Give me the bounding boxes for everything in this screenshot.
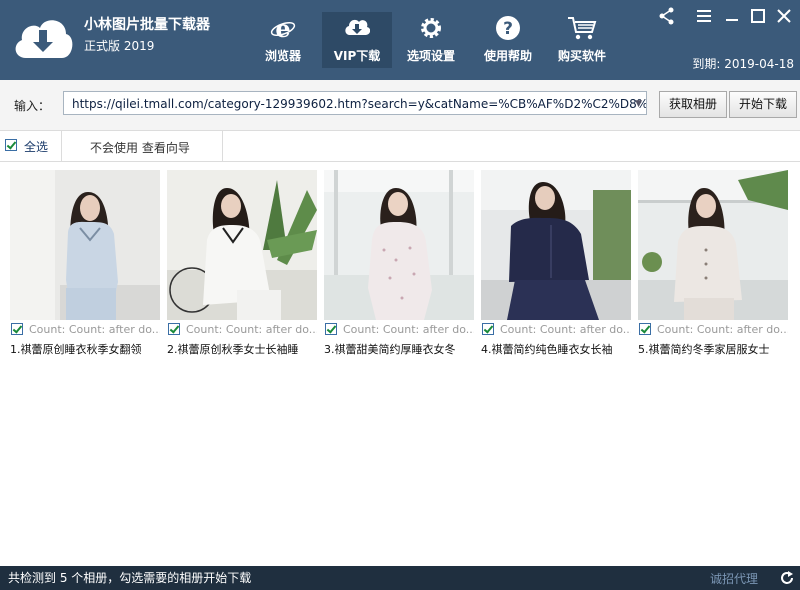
album-checkbox[interactable] [482, 323, 494, 335]
nav-browser[interactable]: e 浏览器 [248, 12, 318, 68]
album-title: 1.祺蕾原创睡衣秋季女翻领 [10, 343, 142, 356]
select-all-checkbox[interactable] [5, 139, 17, 151]
album-checkbox[interactable] [11, 323, 23, 335]
album-thumbnail[interactable] [167, 170, 317, 320]
album-count-text: Count: Count: after do... [657, 323, 788, 336]
cloud-download-logo-icon [15, 20, 73, 58]
svg-text:?: ? [503, 19, 513, 39]
proxy-link[interactable]: 诚招代理 [710, 570, 758, 587]
album-count: Count: Count: after do... [167, 322, 317, 338]
album-count: Count: Count: after do... [481, 322, 631, 338]
album-thumbnail[interactable] [10, 170, 160, 320]
album-count-text: Count: Count: after do... [500, 323, 631, 336]
album-count-text: Count: Count: after do... [29, 323, 160, 336]
nav-browser-label: 浏览器 [264, 49, 301, 63]
expiry-date: 到期: 2019-04-18 [692, 57, 794, 71]
album-card[interactable]: Count: Count: after do... 2.祺蕾原创秋季女士长袖睡 [167, 170, 317, 360]
album-count: Count: Count: after do... [10, 322, 160, 338]
album-title: 2.祺蕾原创秋季女士长袖睡 [167, 343, 299, 356]
status-message: 共检测到 5 个相册，勾选需要的相册开始下载 [8, 571, 252, 585]
url-input[interactable]: https://qilei.tmall.com/category-1299396… [63, 91, 647, 115]
svg-text:e: e [275, 15, 290, 41]
selection-bar: 全选 不会使用 查看向导 [0, 131, 800, 162]
chevron-down-icon[interactable]: ▼ [635, 92, 642, 114]
album-thumbnail[interactable] [481, 170, 631, 320]
shopping-cart-icon [568, 17, 597, 40]
app-header: 小林图片批量下载器 正式版 2019 e 浏览器 VIP下载 选项设置 ? 使用… [0, 0, 800, 80]
close-icon[interactable] [774, 6, 794, 26]
album-count: Count: Count: after do... [638, 322, 788, 338]
album-card[interactable]: Count: Count: after do... 5.祺蕾简约冬季家居服女士 [638, 170, 788, 360]
fetch-album-button[interactable]: 获取相册 [659, 91, 727, 118]
nav-vip-download[interactable]: VIP下载 [322, 12, 392, 68]
album-title: 3.祺蕾甜美简约厚睡衣女冬 [324, 343, 456, 356]
album-checkbox[interactable] [325, 323, 337, 335]
album-count-text: Count: Count: after do... [186, 323, 317, 336]
app-title: 小林图片批量下载器 [84, 17, 210, 33]
guide-link[interactable]: 不会使用 查看向导 [90, 139, 190, 156]
menu-icon[interactable] [694, 6, 714, 26]
app-version: 正式版 2019 [84, 39, 155, 53]
share-icon[interactable] [657, 6, 677, 26]
nav-help[interactable]: ? 使用帮助 [473, 12, 543, 68]
nav-settings-label: 选项设置 [406, 49, 455, 63]
refresh-icon[interactable] [779, 570, 795, 586]
album-thumbnail[interactable] [324, 170, 474, 320]
album-card[interactable]: Count: Count: after do... 4.祺蕾简约纯色睡衣女长袖 [481, 170, 631, 360]
album-checkbox[interactable] [639, 323, 651, 335]
album-count: Count: Count: after do... [324, 322, 474, 338]
url-toolbar: 输入： https://qilei.tmall.com/category-129… [0, 80, 800, 131]
nav-vip-download-label: VIP下载 [333, 49, 381, 63]
gear-icon [421, 18, 441, 38]
url-input-value: https://qilei.tmall.com/category-1299396… [72, 97, 647, 111]
divider [61, 131, 62, 161]
browser-ie-icon: e [270, 15, 296, 41]
album-checkbox[interactable] [168, 323, 180, 335]
album-card[interactable]: Count: Count: after do... 3.祺蕾甜美简约厚睡衣女冬 [324, 170, 474, 360]
divider [222, 131, 223, 161]
nav-settings[interactable]: 选项设置 [396, 12, 466, 68]
nav-buy[interactable]: 购买软件 [547, 12, 617, 68]
maximize-icon[interactable] [748, 6, 768, 26]
start-download-button[interactable]: 开始下载 [729, 91, 797, 118]
album-title: 5.祺蕾简约冬季家居服女士 [638, 343, 770, 356]
album-thumbnail[interactable] [638, 170, 788, 320]
album-card[interactable]: Count: Count: after do... 1.祺蕾原创睡衣秋季女翻领 [10, 170, 160, 360]
nav-help-label: 使用帮助 [483, 49, 532, 63]
status-bar: 共检测到 5 个相册，勾选需要的相册开始下载 诚招代理 [0, 566, 800, 590]
cloud-download-icon [345, 19, 370, 35]
minimize-icon[interactable] [722, 6, 742, 26]
album-title: 4.祺蕾简约纯色睡衣女长袖 [481, 343, 613, 356]
album-count-text: Count: Count: after do... [343, 323, 474, 336]
help-icon: ? [496, 16, 520, 40]
input-label: 输入： [14, 99, 51, 113]
nav-buy-label: 购买软件 [557, 49, 606, 63]
select-all-label[interactable]: 全选 [24, 138, 48, 155]
